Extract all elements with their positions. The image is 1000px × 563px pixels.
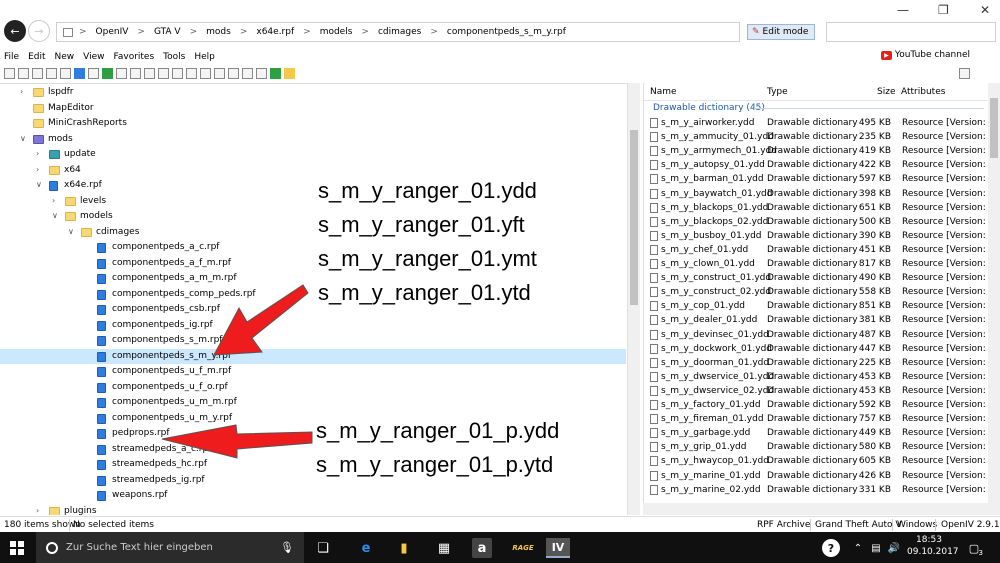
status-divider xyxy=(892,519,893,531)
status-divider xyxy=(69,519,70,531)
clock[interactable]: 18:53 09.10.2017 xyxy=(907,535,959,557)
store-icon[interactable]: ▦ xyxy=(434,538,454,558)
file-explorer-icon[interactable]: ▮ xyxy=(394,538,414,558)
clock-time: 18:53 xyxy=(916,535,942,545)
arrow-1-icon xyxy=(213,284,309,356)
status-platform: Windows xyxy=(897,520,938,530)
task-view-icon[interactable]: ❏ xyxy=(313,538,333,558)
taskbar: Zur Suche Text hier eingeben 🎙 ❏ e ▮ ▦ a… xyxy=(0,532,1000,563)
annotation-arrows xyxy=(161,284,313,459)
status-game: Grand Theft Auto V xyxy=(815,520,902,530)
edge-browser-icon[interactable]: e xyxy=(356,538,376,558)
taskbar-search-placeholder: Zur Suche Text hier eingeben xyxy=(66,542,213,553)
status-bar: 180 items shown No selected items RPF Ar… xyxy=(0,516,1000,532)
status-divider xyxy=(810,519,811,531)
help-icon[interactable]: ? xyxy=(822,539,840,557)
cortana-icon xyxy=(46,541,58,554)
microphone-icon[interactable]: 🎙 xyxy=(280,541,294,554)
status-version: OpenIV 2.9.1 xyxy=(941,520,1000,530)
status-archive: RPF Archive xyxy=(757,520,811,530)
taskbar-search[interactable]: Zur Suche Text hier eingeben 🎙 xyxy=(36,532,304,563)
arrow-2-icon xyxy=(161,424,313,459)
amazon-icon[interactable]: a xyxy=(472,538,492,558)
windows-start-icon[interactable] xyxy=(10,541,24,555)
chevron-up-icon[interactable]: ⌃ xyxy=(848,538,868,558)
openiv-taskbar-icon[interactable]: IV xyxy=(546,538,570,558)
network-icon[interactable]: ▤ xyxy=(866,538,886,558)
notification-icon[interactable]: ▢ 3 xyxy=(964,538,984,558)
status-divider xyxy=(935,519,936,531)
volume-icon[interactable]: 🔊 xyxy=(884,538,904,558)
notification-count: 3 xyxy=(978,549,983,557)
status-selection: No selected items xyxy=(73,520,154,530)
clock-date: 09.10.2017 xyxy=(907,547,959,557)
rage-icon[interactable]: RAGE xyxy=(510,538,536,558)
